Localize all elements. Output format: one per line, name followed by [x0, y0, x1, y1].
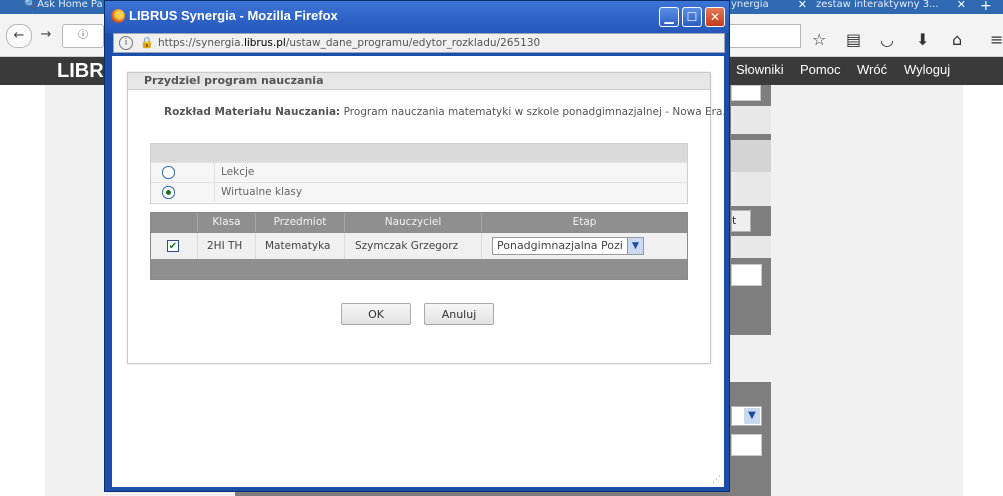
tab-label: zestaw interaktywny 3... [816, 0, 939, 10]
bg-button: t [731, 210, 751, 232]
bg-select: ▼ [731, 406, 762, 426]
mode-options: Lekcje Wirtualne klasy [150, 143, 688, 204]
etap-select[interactable]: Ponadgimnazjalna Pozi ▼ [492, 237, 644, 255]
column-header-przedmiot: Przedmiot [256, 213, 345, 232]
menu-icon[interactable]: ≡ [990, 30, 1003, 49]
bg-row [731, 140, 771, 172]
address-bar[interactable] [727, 24, 801, 48]
column-header-etap: Etap [572, 216, 597, 228]
new-tab-icon[interactable]: + [980, 0, 1000, 14]
bg-row [731, 172, 771, 206]
tab-label: ynergia [731, 0, 769, 10]
option-row[interactable]: Lekcje [151, 162, 687, 182]
bg-input [731, 264, 762, 286]
info-icon[interactable]: i [119, 36, 133, 50]
chevron-down-icon: ▼ [744, 408, 760, 424]
bg-input [731, 85, 761, 101]
dialog-title: Przydziel program nauczania [144, 74, 324, 87]
select-cell: ✔ [151, 233, 198, 259]
option-row[interactable]: Wirtualne klasy [151, 182, 687, 202]
plan-label: Rozkład Materiału Nauczania: [164, 106, 341, 118]
popup-window: LIBRUS Synergia - Mozilla Firefox ▁ ☐ ✕ … [104, 0, 730, 492]
chevron-down-icon[interactable]: ▼ [627, 238, 643, 254]
minimize-icon[interactable]: ▁ [659, 7, 679, 27]
divider [214, 163, 215, 182]
class-table: Klasa Przedmiot Nauczyciel Etap ✔ 2HI TH… [150, 212, 688, 280]
pocket-icon[interactable]: ◡ [880, 30, 894, 49]
popup-titlebar[interactable]: LIBRUS Synergia - Mozilla Firefox ▁ ☐ ✕ [105, 1, 729, 33]
divider [214, 183, 215, 202]
browser-tab[interactable]: 🔍 Ask Home Pa [24, 0, 106, 14]
site-logo: LIBR [57, 60, 104, 82]
popup-address-bar[interactable]: i 🔒 https://synergia.librus.pl/ustaw_dan… [113, 33, 725, 53]
url-text: https://synergia.librus.pl/ustaw_dane_pr… [158, 37, 541, 49]
bg-row [731, 236, 771, 258]
bg-input [731, 434, 762, 456]
search-icon: 🔍 [24, 0, 37, 10]
resize-grip-icon[interactable]: ⋰ [712, 475, 722, 485]
browser-tab[interactable]: ynergia ✕ [731, 0, 811, 14]
lock-icon: 🔒 [140, 36, 154, 49]
bookmark-star-icon[interactable]: ☆ [812, 30, 826, 49]
etap-selected-value: Ponadgimnazjalna Pozi [497, 239, 623, 252]
popup-title: LIBRUS Synergia - Mozilla Firefox [129, 8, 338, 23]
dialog-header: Przydziel program nauczania [128, 73, 710, 90]
close-icon[interactable]: ✕ [957, 0, 966, 10]
menu-item-wroc[interactable]: Wróć [857, 57, 887, 83]
column-header-select [151, 213, 198, 232]
column-header-klasa: Klasa [198, 213, 256, 232]
row-checkbox[interactable]: ✔ [167, 240, 179, 252]
tab-label: Ask Home Pa [37, 0, 103, 10]
radio-wirtualne-klasy[interactable] [162, 186, 175, 199]
forward-icon[interactable]: → [34, 24, 58, 46]
back-icon[interactable]: ← [6, 24, 32, 48]
cell-przedmiot: Matematyka [256, 233, 345, 259]
close-icon[interactable]: ✕ [798, 0, 807, 10]
plan-description: Rozkład Materiału Nauczania: Program nau… [164, 106, 726, 118]
menu-item-wyloguj[interactable]: Wyloguj [904, 57, 950, 83]
radio-lekcje[interactable] [162, 166, 175, 179]
cell-klasa: 2HI TH [198, 233, 256, 259]
close-icon[interactable]: ✕ [705, 7, 725, 27]
popup-content: Przydziel program nauczania Rozkład Mate… [112, 56, 726, 487]
option-label: Lekcje [221, 166, 255, 178]
bg-row [731, 106, 771, 134]
reading-list-icon[interactable]: ▤ [846, 30, 861, 49]
home-icon[interactable]: ⌂ [952, 30, 962, 49]
cell-nauczyciel: Szymczak Grzegorz [345, 233, 482, 259]
assign-plan-dialog: Przydziel program nauczania Rozkład Mate… [127, 72, 726, 364]
column-header-nauczyciel: Nauczyciel [345, 213, 482, 232]
site-info-icon[interactable]: ⓘ [62, 24, 104, 48]
table-row: ✔ 2HI TH Matematyka Szymczak Grzegorz Po… [151, 233, 687, 259]
plan-value: Program nauczania matematyki w szkole po… [343, 106, 726, 118]
option-label: Wirtualne klasy [221, 186, 303, 198]
download-icon[interactable]: ⬇ [916, 30, 929, 49]
menu-item-slowniki[interactable]: Słowniki [736, 57, 784, 83]
ok-button[interactable]: OK [341, 303, 411, 325]
firefox-icon [111, 9, 125, 23]
menu-item-pomoc[interactable]: Pomoc [800, 57, 840, 83]
cancel-button[interactable]: Anuluj [424, 303, 494, 325]
maximize-icon[interactable]: ☐ [682, 7, 702, 27]
options-header [151, 144, 687, 162]
browser-tab[interactable]: zestaw interaktywny 3... ✕ [816, 0, 970, 14]
